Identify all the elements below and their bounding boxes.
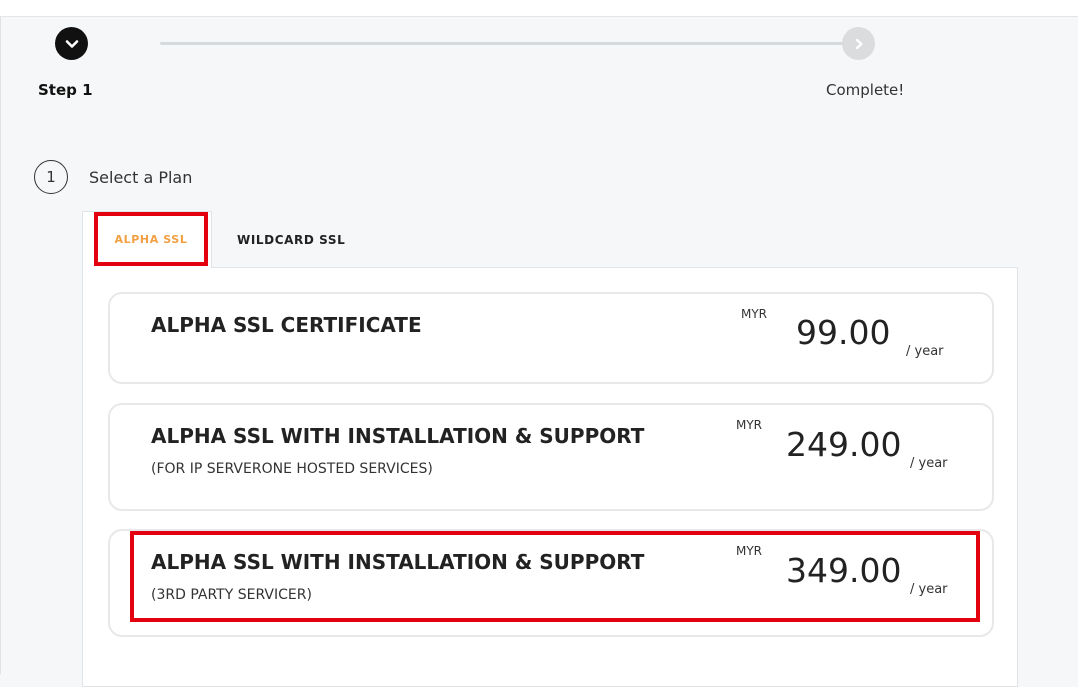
step-1-label: Step 1: [38, 81, 93, 99]
plan-currency: MYR: [736, 418, 763, 432]
tab-alpha-ssl-label: ALPHA SSL: [114, 232, 188, 246]
section-number-badge: 1: [34, 160, 68, 194]
plan-price: 249.00: [786, 425, 902, 464]
progress-track: [160, 42, 846, 45]
plan-subtitle: (FOR IP SERVERONE HOSTED SERVICES): [151, 461, 433, 477]
tab-alpha-ssl[interactable]: ALPHA SSL: [94, 212, 208, 266]
plan-currency: MYR: [736, 544, 763, 558]
section-title: Select a Plan: [89, 168, 193, 187]
plan-title: ALPHA SSL WITH INSTALLATION & SUPPORT: [151, 550, 645, 574]
plan-title: ALPHA SSL CERTIFICATE: [151, 313, 422, 337]
complete-step-label: Complete!: [826, 81, 905, 99]
plan-period: / year: [910, 582, 948, 597]
top-bar: [0, 0, 1078, 17]
plan-currency: MYR: [741, 307, 768, 321]
plan-card-alpha-ssl-certificate[interactable]: ALPHA SSL CERTIFICATE MYR 99.00 / year: [108, 292, 994, 384]
plan-subtitle: (3RD PARTY SERVICER): [151, 587, 312, 603]
plan-period: / year: [910, 456, 948, 471]
plan-price: 99.00: [796, 313, 891, 352]
chevron-down-icon: [65, 39, 78, 48]
plan-title: ALPHA SSL WITH INSTALLATION & SUPPORT: [151, 424, 645, 448]
chevron-right-icon: [855, 38, 863, 49]
plan-card-alpha-ssl-install-hosted[interactable]: ALPHA SSL WITH INSTALLATION & SUPPORT (F…: [108, 403, 994, 511]
plan-card-alpha-ssl-install-third-party[interactable]: ALPHA SSL WITH INSTALLATION & SUPPORT (3…: [108, 529, 994, 637]
plan-price: 349.00: [786, 551, 902, 590]
tab-wildcard-ssl[interactable]: WILDCARD SSL: [237, 233, 345, 247]
left-border: [0, 16, 1, 674]
step-1-indicator[interactable]: [55, 27, 88, 60]
plan-period: / year: [906, 344, 944, 359]
complete-step-indicator[interactable]: [842, 27, 875, 60]
